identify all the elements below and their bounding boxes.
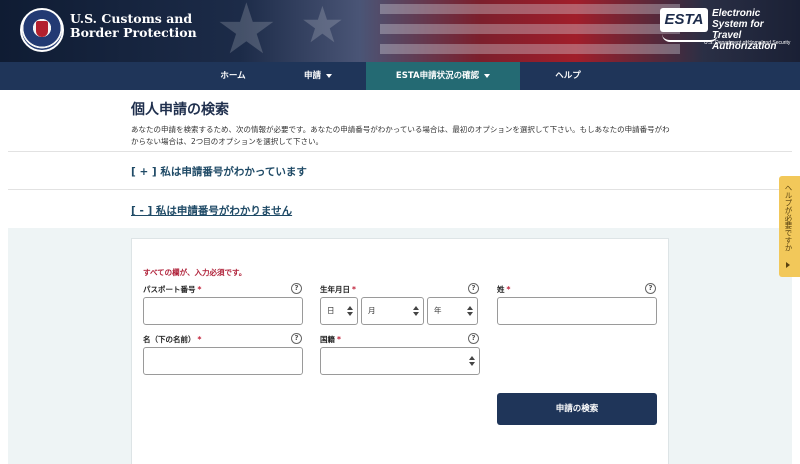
nav-item-apply[interactable]: 申請 (280, 62, 356, 90)
divider (8, 151, 792, 152)
caret-right-icon (786, 262, 790, 268)
dhs-seal-logo[interactable] (20, 8, 64, 52)
surname-label-text: 姓 (497, 285, 505, 294)
main-nav: ホーム 申請 ESTA申請状況の確認 ヘルプ (0, 62, 800, 90)
nav-item-home[interactable]: ホーム (195, 62, 271, 90)
chevron-down-icon (484, 73, 491, 78)
nav-item-label: 申請 (303, 71, 321, 81)
flag-stripe (380, 24, 680, 34)
select-arrows-icon (467, 306, 473, 316)
given-name-label: 名（下の名前） * (143, 334, 201, 345)
help-icon[interactable]: ? (291, 283, 302, 294)
select-arrows-icon (413, 306, 419, 316)
esta-tagline-line1: Electronic System for (712, 8, 764, 30)
given-name-input[interactable] (143, 347, 303, 375)
help-icon[interactable]: ? (645, 283, 656, 294)
help-side-tab[interactable]: ヘルプが必要ですか (779, 176, 800, 277)
surname-label: 姓 * (497, 284, 510, 295)
required-fields-note: すべての欄が、入力必須です。 (143, 268, 247, 277)
dob-day-select[interactable]: 日 (320, 297, 358, 325)
passport-number-label-text: パスポート番号 (143, 285, 196, 294)
nationality-label: 国籍 * (320, 334, 341, 345)
agency-name[interactable]: U.S. Customs and Border Protection (70, 12, 197, 40)
search-application-button[interactable]: 申請の検索 (497, 393, 657, 425)
esta-logo[interactable]: ESTA Electronic System for Travel Author… (660, 4, 796, 56)
nationality-select[interactable] (320, 347, 480, 375)
nav-item-label: ヘルプ (555, 71, 581, 81)
dob-year-select[interactable]: 年 (427, 297, 478, 325)
given-name-label-text: 名（下の名前） (143, 335, 196, 344)
date-of-birth-label-text: 生年月日 (320, 285, 350, 294)
esta-department: U.S. Department of Homeland Security (704, 40, 791, 46)
passport-number-input[interactable] (143, 297, 303, 325)
dob-month-value: 月 (368, 306, 376, 315)
select-arrows-icon (347, 306, 353, 316)
agency-name-line2: Border Protection (70, 25, 197, 40)
toggle-know-application-number[interactable]: [ + ] 私は申請番号がわかっています (131, 164, 307, 179)
divider (8, 189, 792, 190)
nationality-label-text: 国籍 (320, 335, 335, 344)
site-header-banner: ★ ★ U.S. Customs and Border Protection E… (0, 0, 800, 62)
dob-year-value: 年 (434, 306, 442, 315)
required-marker: * (197, 285, 202, 294)
required-marker: * (506, 285, 511, 294)
nav-item-label: ESTA申請状況の確認 (395, 71, 480, 81)
required-marker: * (352, 285, 356, 294)
surname-input[interactable] (497, 297, 657, 325)
nav-item-check-status[interactable]: ESTA申請状況の確認 (366, 62, 520, 90)
required-marker: * (197, 335, 202, 344)
nav-item-label: ホーム (220, 71, 246, 81)
flag-stripe (380, 4, 680, 14)
passport-number-label: パスポート番号 * (143, 284, 201, 295)
page-title: 個人申請の検索 (131, 102, 229, 118)
flag-stripe (380, 44, 680, 54)
dob-month-select[interactable]: 月 (361, 297, 424, 325)
required-marker: * (337, 335, 341, 344)
select-arrows-icon (469, 356, 475, 366)
nav-item-help[interactable]: ヘルプ (530, 62, 606, 90)
agency-name-line1: U.S. Customs and (70, 11, 193, 26)
flag-star-decoration: ★ (300, 0, 345, 54)
esta-logo-wordmark: ESTA (660, 8, 708, 32)
date-of-birth-label: 生年月日 * (320, 284, 356, 295)
dob-day-value: 日 (327, 306, 335, 315)
help-icon[interactable]: ? (291, 333, 302, 344)
page-intro: あなたの申請を検索するため、次の情報が必要です。あなたの申請番号がわかっている場… (131, 125, 670, 146)
help-icon[interactable]: ? (468, 333, 479, 344)
flag-star-decoration: ★ (215, 0, 278, 62)
toggle-unknown-application-number[interactable]: [ - ] 私は申請番号がわかりません (131, 203, 292, 218)
help-side-tab-label: ヘルプが必要ですか (784, 184, 793, 252)
chevron-down-icon (326, 73, 332, 78)
help-icon[interactable]: ? (468, 283, 479, 294)
